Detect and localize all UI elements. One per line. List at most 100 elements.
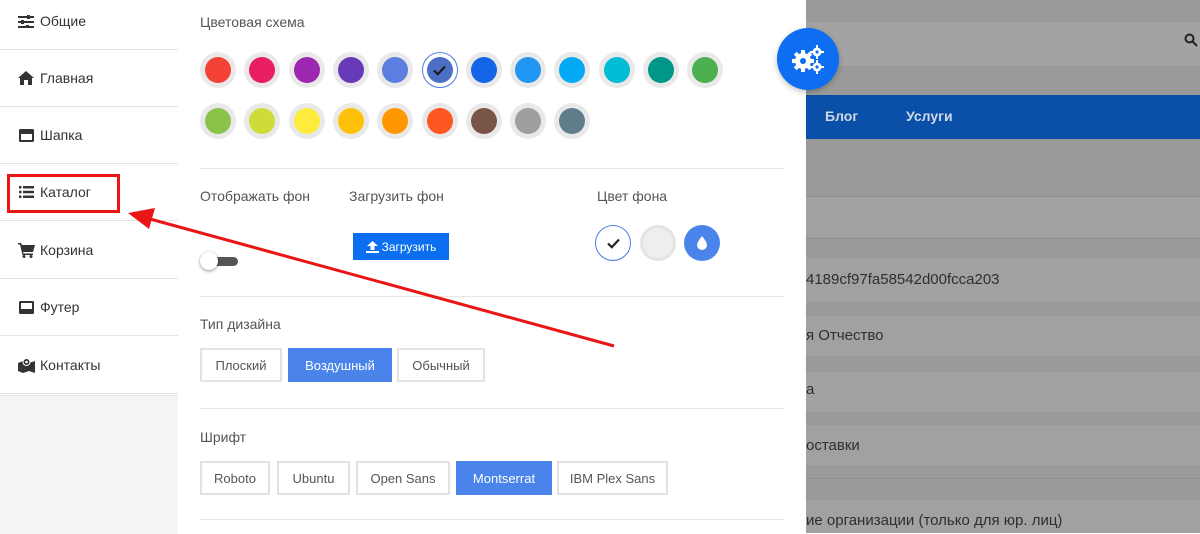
background-text: оставки [806,437,860,454]
color-swatch-fill [249,108,276,134]
color-swatch-fill [205,57,231,83]
home-icon [17,70,35,86]
color-swatch[interactable] [288,103,325,139]
upload-icon [365,240,379,253]
sidebar-item-footer[interactable]: Футер [0,279,178,336]
color-swatch-fill [515,57,542,83]
sidebar-item-cart[interactable]: Корзина [0,222,178,279]
color-swatch[interactable] [244,103,281,139]
font-ibm-plex-sans-button[interactable]: IBM Plex Sans [557,461,668,495]
color-swatch[interactable] [377,52,414,88]
color-swatch[interactable] [332,52,369,88]
background-text: ие организации (только для юр. лиц) [806,512,1063,529]
upload-background-title: Загрузить фон [349,188,444,204]
toggle-knob [200,252,218,270]
color-swatch-fill [337,57,364,83]
sidebar-item-header[interactable]: Шапка [0,107,178,164]
drop-icon [697,236,707,250]
color-swatch[interactable] [244,52,281,88]
color-swatch[interactable] [200,103,236,139]
color-swatch-fill [337,108,364,134]
background-text: 4189cf97fa58542d00fcca203 [806,271,1000,288]
color-swatch[interactable] [288,52,325,88]
color-swatch[interactable] [421,52,458,88]
show-background-label: Отображать фон [200,188,310,204]
background-row [806,372,1200,412]
divider [200,519,784,520]
font-open-sans-button[interactable]: Open Sans [356,461,450,495]
design-flat-button[interactable]: Плоский [200,348,282,382]
background-nav: Блог Услуги [806,95,1200,139]
color-swatch-fill [249,57,276,83]
check-icon [606,238,620,249]
design-regular-button[interactable]: Обычный [397,348,485,382]
footer-icon [17,299,35,315]
color-swatch[interactable] [377,103,414,139]
color-swatch-fill [603,57,630,83]
background-divider [806,196,1200,197]
background-row [806,425,1200,465]
sidebar: Общие Главная Шапка Каталог Корзина Футе… [0,0,178,534]
background-color-gray[interactable] [640,225,676,261]
upload-button-label: Загрузить [381,239,437,254]
color-swatch[interactable] [465,52,502,88]
background-divider [806,478,1200,479]
background-page: Блог Услуги 4189cf97fa58542d00fcca203 я … [806,0,1200,533]
background-color-custom[interactable] [684,225,720,261]
background-divider [806,238,1200,239]
header-icon [17,127,35,143]
font-montserrat-button[interactable]: Montserrat [456,461,552,495]
design-airy-button[interactable]: Воздушный [288,348,392,382]
cart-icon [17,242,35,258]
color-swatch[interactable] [200,52,236,88]
show-background-toggle[interactable] [200,252,240,270]
background-row [806,196,1200,238]
background-nav-services: Услуги [906,108,953,124]
color-swatch[interactable] [421,103,458,139]
color-swatch-fill [382,57,409,83]
color-swatch-fill [205,108,231,134]
upload-background-button[interactable]: Загрузить [353,233,449,260]
sidebar-item-label: Главная [40,70,94,86]
settings-gear-button[interactable] [777,28,839,90]
background-text: я Отчество [806,327,884,344]
sidebar-item-label: Корзина [40,242,94,258]
color-swatch[interactable] [510,52,547,88]
search-icon [1184,33,1198,47]
color-swatch[interactable] [643,52,679,88]
sidebar-item-general[interactable]: Общие [0,0,178,50]
color-swatch[interactable] [554,52,591,88]
font-roboto-button[interactable]: Roboto [200,461,270,495]
font-title: Шрифт [200,429,247,445]
background-search-bar [806,22,1200,66]
color-swatch-fill [470,57,497,83]
color-swatch-fill [293,108,320,134]
sidebar-item-label: Футер [40,299,80,315]
font-ubuntu-button[interactable]: Ubuntu [277,461,350,495]
color-swatch[interactable] [465,103,502,139]
sidebar-item-home[interactable]: Главная [0,50,178,107]
divider [200,296,784,297]
color-swatch[interactable] [510,103,547,139]
color-swatch[interactable] [332,103,369,139]
color-swatch-fill [559,108,586,134]
background-color-title: Цвет фона [597,188,668,204]
background-text: а [806,381,815,398]
color-swatch-fill [426,57,453,83]
annotation-highlight-box [7,174,120,213]
color-swatch-fill [692,57,719,83]
sidebar-item-contacts[interactable]: Контакты [0,337,178,394]
divider [200,408,784,409]
color-swatch[interactable] [598,52,635,88]
background-color-white[interactable] [595,225,631,261]
design-type-title: Тип дизайна [200,316,281,332]
check-icon [433,65,446,76]
color-swatch[interactable] [554,103,591,139]
color-swatch-fill [293,57,320,83]
color-swatch[interactable] [687,52,724,88]
color-scheme-title: Цветовая схема [200,14,305,30]
sidebar-empty-area [0,395,178,534]
sidebar-item-label: Общие [40,13,87,29]
color-swatch-fill [648,57,674,83]
sidebar-item-label: Шапка [40,127,83,143]
